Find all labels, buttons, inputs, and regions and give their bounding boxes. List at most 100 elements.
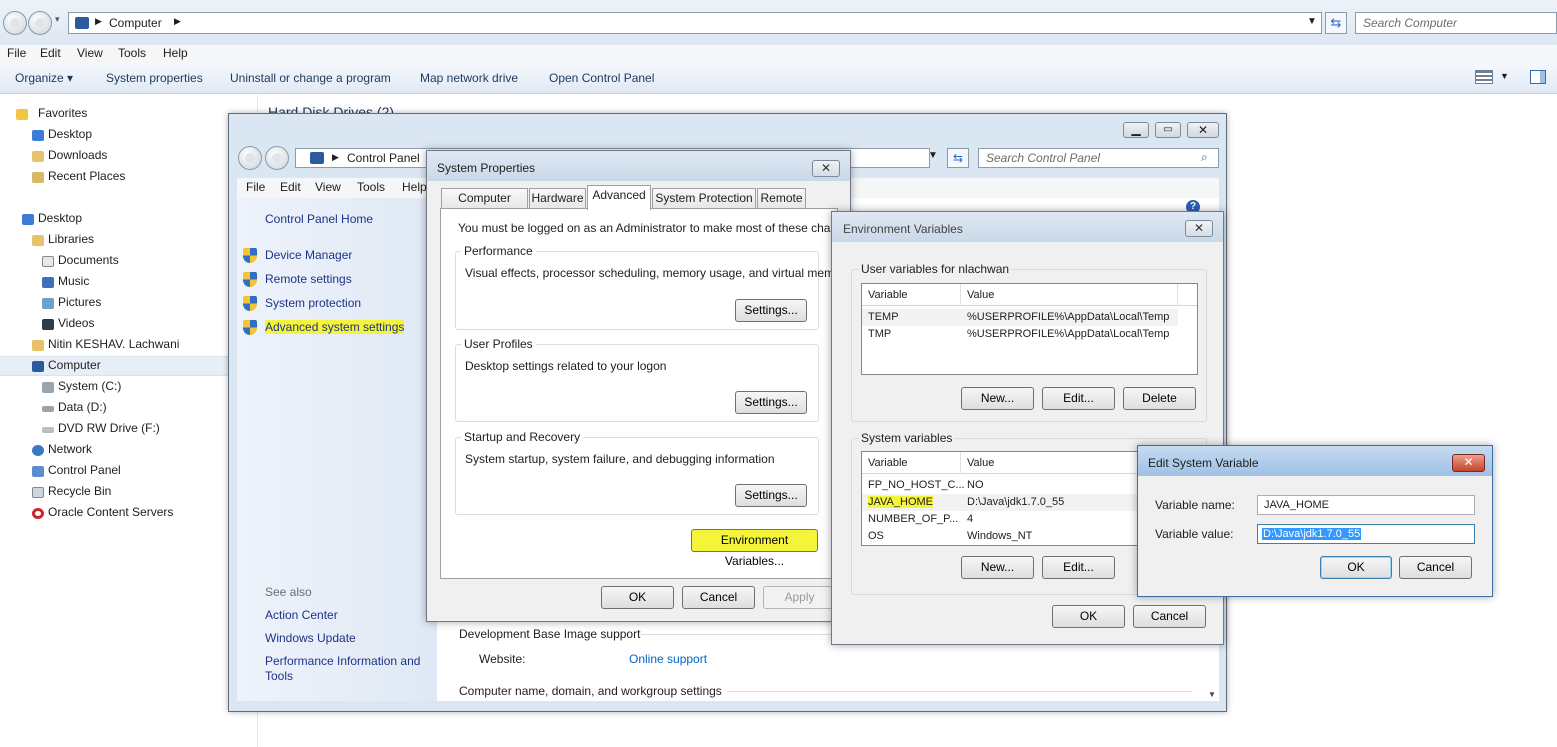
tab-system-protection[interactable]: System Protection bbox=[652, 188, 756, 209]
performance-settings-button[interactable]: Settings... bbox=[735, 299, 807, 322]
tree-desktop-fav[interactable]: Desktop bbox=[32, 127, 92, 141]
cp-refresh-icon[interactable]: ⇆ bbox=[947, 148, 969, 168]
history-dropdown-icon[interactable]: ▾ bbox=[55, 14, 60, 25]
edit-ok-button[interactable]: OK bbox=[1320, 556, 1392, 579]
uninstall-program-button[interactable]: Uninstall or change a program bbox=[230, 71, 391, 85]
close-icon[interactable]: ✕ bbox=[1452, 454, 1485, 472]
tab-hardware[interactable]: Hardware bbox=[529, 188, 586, 209]
column-header-variable[interactable]: Variable bbox=[868, 457, 908, 469]
cp-search-input[interactable]: Search Control Panel ⌕ bbox=[978, 148, 1219, 168]
close-icon[interactable]: ✕ bbox=[1185, 220, 1213, 237]
control-panel-home-link[interactable]: Control Panel Home bbox=[265, 212, 373, 226]
online-support-link[interactable]: Online support bbox=[629, 652, 707, 666]
organize-button[interactable]: Organize ▾ bbox=[15, 71, 73, 85]
cp-menu-help[interactable]: Help bbox=[402, 180, 427, 194]
cp-menu-edit[interactable]: Edit bbox=[280, 180, 301, 194]
tree-oracle[interactable]: Oracle Content Servers bbox=[32, 505, 173, 519]
tree-libraries[interactable]: Libraries bbox=[32, 232, 94, 246]
ok-button[interactable]: OK bbox=[601, 586, 674, 609]
menu-edit[interactable]: Edit bbox=[40, 46, 61, 60]
column-header-variable[interactable]: Variable bbox=[868, 289, 908, 301]
cancel-button[interactable]: Cancel bbox=[682, 586, 755, 609]
map-network-drive-button[interactable]: Map network drive bbox=[420, 71, 518, 85]
variable-name-field[interactable]: JAVA_HOME bbox=[1257, 495, 1475, 515]
table-row[interactable]: FP_NO_HOST_C... NO bbox=[862, 477, 1178, 494]
tree-desktop[interactable]: Desktop bbox=[22, 211, 82, 225]
table-row[interactable]: TMP %USERPROFILE%\AppData\Local\Temp bbox=[862, 326, 1178, 343]
env-cancel-button[interactable]: Cancel bbox=[1133, 605, 1206, 628]
system-edit-button[interactable]: Edit... bbox=[1042, 556, 1115, 579]
open-control-panel-button[interactable]: Open Control Panel bbox=[549, 71, 654, 85]
system-protection-link[interactable]: System protection bbox=[243, 296, 361, 311]
tree-videos[interactable]: Videos bbox=[42, 316, 94, 330]
tab-advanced[interactable]: Advanced bbox=[587, 185, 651, 210]
tree-documents[interactable]: Documents bbox=[42, 253, 119, 267]
tree-dvd-f[interactable]: DVD RW Drive (F:) bbox=[42, 421, 160, 435]
menu-file[interactable]: File bbox=[7, 46, 26, 60]
startup-settings-button[interactable]: Settings... bbox=[735, 484, 807, 507]
table-row[interactable]: OS Windows_NT bbox=[862, 528, 1178, 545]
view-options-icon[interactable] bbox=[1475, 70, 1493, 84]
tree-pictures[interactable]: Pictures bbox=[42, 295, 101, 309]
cp-menu-file[interactable]: File bbox=[246, 180, 265, 194]
tree-computer[interactable]: Computer bbox=[32, 358, 101, 372]
cp-forward-button[interactable] bbox=[265, 146, 289, 170]
tree-music[interactable]: Music bbox=[42, 274, 89, 288]
remote-settings-link[interactable]: Remote settings bbox=[243, 272, 352, 287]
menu-help[interactable]: Help bbox=[163, 46, 188, 60]
performance-info-link-cont[interactable]: Tools bbox=[265, 669, 293, 683]
address-bar[interactable]: ▶ Computer ▶ ▼ bbox=[68, 12, 1322, 34]
close-icon[interactable]: ✕ bbox=[1187, 122, 1219, 138]
column-header-value[interactable]: Value bbox=[967, 457, 994, 469]
tree-favorites[interactable]: Favorites bbox=[16, 106, 87, 120]
tree-user-folder[interactable]: Nitin KESHAV. Lachwani bbox=[32, 337, 179, 351]
table-row-selected[interactable]: JAVA_HOME D:\Java\jdk1.7.0_55 bbox=[862, 494, 1178, 511]
refresh-icon[interactable]: ⇆ bbox=[1325, 12, 1347, 34]
tree-control-panel[interactable]: Control Panel bbox=[32, 463, 121, 477]
view-dropdown-icon[interactable]: ▼ bbox=[1500, 71, 1509, 81]
cp-menu-tools[interactable]: Tools bbox=[357, 180, 385, 194]
column-header-value[interactable]: Value bbox=[967, 289, 994, 301]
tree-recent-places[interactable]: Recent Places bbox=[32, 169, 125, 183]
magnifier-icon[interactable]: ⌕ bbox=[1201, 150, 1208, 165]
back-button[interactable] bbox=[3, 11, 27, 35]
environment-variables-button[interactable]: Environment Variables... bbox=[691, 529, 818, 568]
preview-pane-icon[interactable] bbox=[1530, 70, 1546, 84]
maximize-icon[interactable]: ▭ bbox=[1155, 122, 1181, 138]
tree-network[interactable]: Network bbox=[32, 442, 92, 456]
menu-tools[interactable]: Tools bbox=[118, 46, 146, 60]
breadcrumb-arrow-icon[interactable]: ▶ bbox=[174, 16, 181, 27]
user-delete-button[interactable]: Delete bbox=[1123, 387, 1196, 410]
address-dropdown-icon[interactable]: ▼ bbox=[1307, 16, 1317, 27]
forward-button[interactable] bbox=[28, 11, 52, 35]
cp-back-button[interactable] bbox=[238, 146, 262, 170]
system-new-button[interactable]: New... bbox=[961, 556, 1034, 579]
variable-value-field[interactable]: D:\Java\jdk1.7.0_55 bbox=[1257, 524, 1475, 544]
minimize-icon[interactable]: ▁ bbox=[1123, 122, 1149, 138]
tab-remote[interactable]: Remote bbox=[757, 188, 806, 209]
tree-recycle-bin[interactable]: Recycle Bin bbox=[32, 484, 111, 498]
user-edit-button[interactable]: Edit... bbox=[1042, 387, 1115, 410]
tree-system-c[interactable]: System (C:) bbox=[42, 379, 121, 393]
performance-info-link[interactable]: Performance Information and bbox=[265, 654, 420, 668]
user-profiles-settings-button[interactable]: Settings... bbox=[735, 391, 807, 414]
edit-cancel-button[interactable]: Cancel bbox=[1399, 556, 1472, 579]
advanced-system-settings-link[interactable]: Advanced system settings bbox=[243, 320, 405, 335]
table-row[interactable]: NUMBER_OF_P... 4 bbox=[862, 511, 1178, 528]
search-input[interactable]: Search Computer bbox=[1355, 12, 1557, 34]
tree-downloads[interactable]: Downloads bbox=[32, 148, 107, 162]
user-new-button[interactable]: New... bbox=[961, 387, 1034, 410]
device-manager-link[interactable]: Device Manager bbox=[243, 248, 352, 263]
close-icon[interactable]: ✕ bbox=[812, 160, 840, 177]
system-properties-button[interactable]: System properties bbox=[106, 71, 203, 85]
menu-view[interactable]: View bbox=[77, 46, 103, 60]
user-variables-list[interactable]: Variable Value TEMP %USERPROFILE%\AppDat… bbox=[861, 283, 1198, 375]
cp-menu-view[interactable]: View bbox=[315, 180, 341, 194]
action-center-link[interactable]: Action Center bbox=[265, 608, 338, 622]
scroll-down-icon[interactable]: ▼ bbox=[1208, 690, 1216, 699]
tab-computer-name[interactable]: Computer Name bbox=[441, 188, 528, 224]
cp-address-dropdown-icon[interactable]: ▼ bbox=[928, 150, 938, 161]
env-ok-button[interactable]: OK bbox=[1052, 605, 1125, 628]
tree-data-d[interactable]: Data (D:) bbox=[42, 400, 107, 414]
windows-update-link[interactable]: Windows Update bbox=[265, 631, 356, 645]
